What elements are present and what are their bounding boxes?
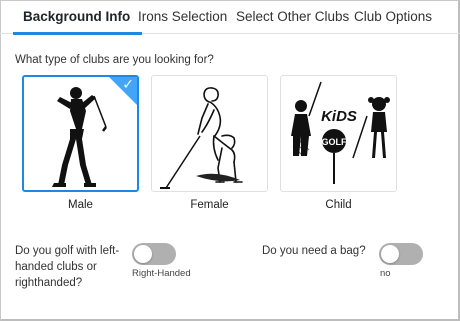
bag-toggle-caption: no xyxy=(380,268,391,279)
option-card-female[interactable] xyxy=(151,75,268,192)
handedness-question: Do you golf with left-handed clubs or ri… xyxy=(15,245,120,289)
tab-irons-selection[interactable]: Irons Selection xyxy=(138,0,227,34)
option-label-child: Child xyxy=(325,199,352,211)
handedness-toggle[interactable] xyxy=(132,243,176,265)
tab-select-other-clubs[interactable]: Select Other Clubs xyxy=(236,0,349,34)
child-golfers-image: KiDS GOLF xyxy=(291,81,390,184)
handedness-toggle-caption: Right-Handed xyxy=(132,268,191,279)
toggle-knob xyxy=(134,245,152,263)
kids-logo-text: KiDS xyxy=(321,108,357,125)
option-card-child[interactable]: KiDS GOLF xyxy=(280,75,397,192)
option-label-female: Female xyxy=(190,199,229,211)
tab-background-info[interactable]: Background Info xyxy=(12,0,143,35)
checkmark-icon: ✓ xyxy=(122,77,134,93)
bag-toggle[interactable] xyxy=(379,243,423,265)
club-type-question: What type of clubs are you looking for? xyxy=(15,54,214,66)
option-label-male: Male xyxy=(68,199,93,211)
female-golfer-image xyxy=(160,87,243,189)
bag-question: Do you need a bag? xyxy=(262,245,366,257)
option-card-male[interactable]: ✓ xyxy=(22,75,139,192)
tab-club-options[interactable]: Club Options xyxy=(354,0,432,34)
toggle-knob xyxy=(381,245,399,263)
golf-logo-text: GOLF xyxy=(322,137,347,147)
tab-bar: Background Info Irons Selection Select O… xyxy=(0,0,460,35)
